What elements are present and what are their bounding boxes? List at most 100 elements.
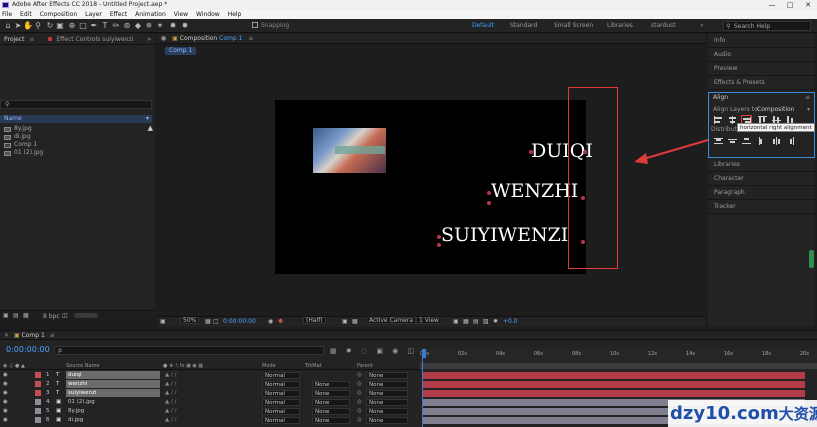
trash-icon[interactable]: ◫ xyxy=(62,312,68,319)
character-panel[interactable]: Character xyxy=(708,172,815,186)
visibility-eye-icon[interactable]: ◉ xyxy=(3,398,8,406)
mode-dropdown[interactable]: Normal xyxy=(262,408,300,415)
layer-duration-bar[interactable] xyxy=(422,390,805,397)
workspace-overflow-icon[interactable]: » xyxy=(700,22,704,29)
mode-dropdown[interactable]: Normal xyxy=(262,390,300,397)
current-time-indicator[interactable] xyxy=(422,349,423,427)
audio-panel[interactable]: Audio xyxy=(708,48,815,62)
menu-view[interactable]: View xyxy=(174,10,188,19)
tracker-panel[interactable]: Tracker xyxy=(708,200,815,214)
fit-icon[interactable]: □ xyxy=(213,317,219,327)
search-help-field[interactable]: ⚲ Search Help xyxy=(723,21,811,31)
view-layout-dropdown[interactable]: 1 View xyxy=(416,317,442,324)
align-target-dropdown[interactable]: Composition xyxy=(757,106,794,113)
table-row[interactable]: ◉ 4 ▣ 01 (2).jpg ▲ / ∕ Normal None ◎ None xyxy=(0,398,420,406)
switches-icon[interactable]: ▲ / ∕ xyxy=(165,371,176,379)
layer-search-input[interactable]: ρ xyxy=(54,346,324,355)
distribute-top-icon[interactable] xyxy=(713,136,724,146)
interpret-footage-icon[interactable]: ▣ xyxy=(3,312,9,319)
pick-whip-icon[interactable]: ◎ xyxy=(357,371,362,379)
info-panel[interactable]: Info xyxy=(708,34,815,48)
work-area-bar[interactable] xyxy=(420,363,817,369)
image-layer-thumbnail[interactable] xyxy=(313,128,386,173)
layer-duration-bar[interactable] xyxy=(422,381,805,388)
timeline-icon[interactable]: ▤ xyxy=(473,317,479,327)
switches-icon[interactable]: ▲ / ∕ xyxy=(165,380,176,388)
close-tab-icon[interactable]: ✕ xyxy=(4,332,9,339)
list-item[interactable]: 01 (2).jpg xyxy=(0,149,145,157)
menu-window[interactable]: Window xyxy=(196,10,220,19)
anchor-point-handle[interactable] xyxy=(437,235,441,239)
label-color-swatch[interactable] xyxy=(35,408,41,414)
label-color-swatch[interactable] xyxy=(35,399,41,405)
pen-tool-icon[interactable]: ✒ xyxy=(89,21,99,31)
distribute-vertical-center-icon[interactable] xyxy=(727,136,738,146)
panel-menu-icon[interactable]: ≡ xyxy=(248,35,253,42)
mode-dropdown[interactable]: Normal xyxy=(262,417,300,424)
transparency-grid-icon[interactable]: ▦ xyxy=(352,317,358,327)
trkmat-dropdown[interactable]: None xyxy=(312,417,350,424)
list-item[interactable]: Comp 1 xyxy=(0,141,145,149)
visibility-eye-icon[interactable]: ◉ xyxy=(3,416,8,424)
switches-icon[interactable]: ▲ / ∕ xyxy=(165,416,176,424)
align-left-icon[interactable] xyxy=(713,115,724,125)
menu-composition[interactable]: Composition xyxy=(40,10,77,19)
thumbnail-size-slider[interactable] xyxy=(74,313,98,318)
visibility-eye-icon[interactable]: ◉ xyxy=(3,380,8,388)
label-color-swatch[interactable] xyxy=(35,417,41,423)
fast-previews-icon[interactable]: ▦ xyxy=(463,317,469,327)
table-row[interactable]: ◉ 5 ▣ 8y.jpg ▲ / ∕ Normal None ◎ None xyxy=(0,407,420,415)
zoom-dropdown[interactable]: 50% xyxy=(180,317,200,324)
workspace-stardust[interactable]: stardust xyxy=(651,22,676,29)
menu-edit[interactable]: Edit xyxy=(20,10,32,19)
layer-name[interactable]: wenzhi xyxy=(66,380,160,388)
list-item[interactable]: 8y.jpg xyxy=(0,125,145,133)
source-name-header[interactable]: Source Name xyxy=(66,363,100,370)
table-row[interactable]: ◉ 2 Twenzhi ▲ / ∕ Normal None ◎ None xyxy=(0,380,420,388)
preview-panel[interactable]: Preview xyxy=(708,62,815,76)
label-color-swatch[interactable] xyxy=(35,381,41,387)
timeline-timecode[interactable]: 0:00:00:00 xyxy=(6,345,50,354)
layer-name[interactable]: 01 (2).jpg xyxy=(66,398,160,406)
composition-canvas[interactable]: DUIQI WENZHI SUIYIWENZI xyxy=(275,100,593,274)
brush-tool-icon[interactable]: ✏ xyxy=(111,21,121,31)
shy-layers-icon[interactable]: ◌ xyxy=(361,347,367,355)
layer-name[interactable]: suiyiwenzi xyxy=(66,389,160,397)
mode-dropdown[interactable]: Normal xyxy=(262,381,300,388)
camera-view-dropdown[interactable]: Active Camera xyxy=(366,317,417,324)
timeline-comp-tab[interactable]: Comp 1 xyxy=(22,332,45,339)
workspace-small-screen[interactable]: Small Screen xyxy=(554,22,593,29)
switches-icon[interactable]: ▲ / ∕ xyxy=(165,389,176,397)
parent-dropdown[interactable]: None xyxy=(366,408,408,415)
lock-icon[interactable]: ● xyxy=(161,35,166,42)
new-composition-icon[interactable]: ▦ xyxy=(23,312,29,319)
paragraph-panel[interactable]: Paragraph xyxy=(708,186,815,200)
camera-tool-icon[interactable]: ▣ xyxy=(55,21,65,31)
panel-menu-icon[interactable]: ≡ xyxy=(805,94,810,101)
layer-name[interactable]: di.jpg xyxy=(66,416,160,424)
bpc-label[interactable]: 8 bpc xyxy=(43,313,60,320)
pan-behind-tool-icon[interactable]: ⊕ xyxy=(67,21,77,31)
eraser-tool-icon[interactable]: ◆ xyxy=(133,21,143,31)
pick-whip-icon[interactable]: ◎ xyxy=(357,398,362,406)
comp-mini-flowchart-icon[interactable]: ▦ xyxy=(330,347,337,355)
table-row[interactable]: ◉ 1 Tduiqi ▲ / ∕ Normal ◎ None xyxy=(0,371,420,379)
anchor-point-handle[interactable] xyxy=(487,201,491,205)
rotate-tool-icon[interactable]: ↻ xyxy=(45,21,55,31)
always-preview-icon[interactable]: ▣ xyxy=(160,317,166,327)
reset-exposure-icon[interactable]: ✹ xyxy=(493,317,498,327)
composition-tab[interactable]: Composition xyxy=(180,35,217,42)
resolution-dropdown[interactable]: (Half) xyxy=(303,317,326,324)
text-layer-wenzhi[interactable]: WENZHI xyxy=(491,180,578,202)
parent-dropdown[interactable]: None xyxy=(366,372,408,379)
timecode-readout[interactable]: 0:00:00:00 xyxy=(223,317,256,327)
new-folder-icon[interactable]: ▤ xyxy=(13,312,19,319)
maximize-button[interactable]: □ xyxy=(781,0,799,10)
pick-whip-icon[interactable]: ◎ xyxy=(357,380,362,388)
comp-flowchart-icon[interactable]: ▧ xyxy=(483,317,489,327)
mode-dropdown[interactable]: Normal xyxy=(262,399,300,406)
toggle-pixel-aspect-icon[interactable]: ▣ xyxy=(453,317,459,327)
puppet-tool-icon[interactable]: ✸ xyxy=(180,21,190,31)
type-tool-icon[interactable]: T xyxy=(100,21,110,31)
label-color-swatch[interactable] xyxy=(35,390,41,396)
